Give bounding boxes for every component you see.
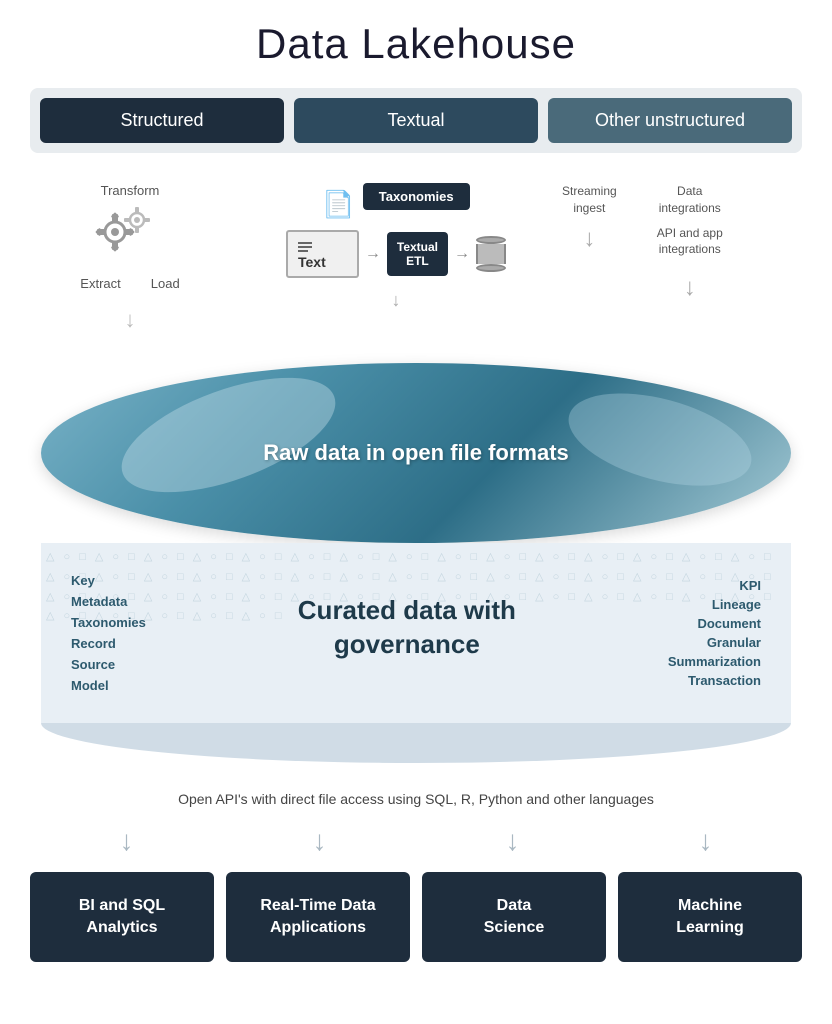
text-label: Text (298, 254, 326, 270)
lineage-label: Lineage (712, 597, 761, 612)
textual-pipeline: Text → Textual ETL → (286, 230, 506, 278)
structured-etl: Transform (30, 183, 230, 333)
key-label: Key (71, 573, 146, 588)
output-arrow-4: ↓ (699, 825, 713, 857)
integrations-arrow: ↓ (684, 274, 696, 302)
meta-right: KPI Lineage Document Granular Summarizat… (668, 578, 761, 688)
source-label: Source (71, 657, 115, 672)
granular-label: Granular (707, 635, 761, 650)
docs-stack-icon: 📄📄 (322, 189, 354, 220)
gear-icon (85, 202, 165, 262)
lake-container: Raw data in open file formats △ ○ □ △ ○ … (30, 363, 802, 763)
structured-source: Structured (40, 98, 284, 143)
lake-bottom (41, 723, 791, 763)
data-int-group: Dataintegrations API and appintegrations… (657, 183, 723, 302)
curated-overlay: Key Metadata Taxonomies Record Source Mo… (71, 573, 761, 693)
textual-arrow-down: ↓ (392, 290, 401, 311)
api-description: Open API's with direct file access using… (30, 791, 802, 807)
lake-body: △ ○ □ △ ○ □ △ ○ □ △ ○ □ △ ○ □ △ ○ □ △ ○ … (41, 543, 791, 723)
pipeline-arrow-1: → (365, 245, 381, 263)
ml-label: MachineLearning (676, 895, 744, 940)
streaming-arrow: ↓ (583, 225, 595, 253)
etl-label-line2: ETL (406, 254, 429, 268)
taxonomies-box: Taxonomies (363, 183, 470, 210)
streaming-label: Streamingingest (562, 183, 617, 217)
database-icon (476, 236, 506, 272)
unstructured-source: Other unstructured (548, 98, 792, 143)
data-science-label: DataScience (484, 895, 544, 940)
lake-top-surface: Raw data in open file formats (41, 363, 791, 543)
data-science-box: DataScience (422, 872, 606, 962)
bi-sql-label: BI and SQLAnalytics (79, 895, 165, 940)
api-integrations-label: API and appintegrations (657, 225, 723, 259)
data-integrations: Dataintegrations (659, 183, 721, 217)
textual-etl-section: 📄📄 Taxonomies Text → Textual ETL → (286, 183, 506, 311)
output-boxes: BI and SQLAnalytics Real-Time DataApplic… (30, 872, 802, 962)
kpi-label: KPI (739, 578, 761, 593)
streaming-ingest: Streamingingest ↓ (562, 183, 617, 253)
taxonomies-meta-label: Taxonomies (71, 615, 146, 630)
load-label: Load (151, 276, 180, 291)
transform-label: Transform (101, 183, 160, 198)
output-arrows-row: ↓ ↓ ↓ ↓ (30, 825, 802, 857)
etl-label-line1: Textual (397, 240, 438, 254)
summarization-label: Summarization (668, 654, 761, 669)
pipeline-arrow-2: → (454, 245, 470, 263)
ml-box: MachineLearning (618, 872, 802, 962)
transaction-label: Transaction (688, 673, 761, 688)
textual-etl-box: Textual ETL (387, 232, 448, 276)
ingestion-row: Transform (30, 183, 802, 343)
curated-data-label: Curated data withgovernance (298, 594, 516, 662)
lake-disk: Raw data in open file formats △ ○ □ △ ○ … (41, 363, 791, 763)
text-box: Text (286, 230, 359, 278)
document-label: Document (697, 616, 761, 631)
record-label: Record (71, 636, 116, 651)
model-label: Model (71, 678, 146, 693)
api-integrations: API and appintegrations (657, 225, 723, 259)
output-arrow-1: ↓ (120, 825, 134, 857)
output-arrow-2: ↓ (313, 825, 327, 857)
raw-data-label: Raw data in open file formats (263, 440, 569, 466)
realtime-label: Real-Time DataApplications (260, 895, 375, 940)
data-integrations-label: Dataintegrations (659, 183, 721, 217)
page-title: Data Lakehouse (256, 20, 576, 68)
meta-left: Key Metadata Taxonomies Record Source Mo… (71, 573, 146, 693)
bi-sql-box: BI and SQLAnalytics (30, 872, 214, 962)
integrations-section: Streamingingest ↓ Dataintegrations API a… (562, 183, 802, 302)
extract-label: Extract (80, 276, 120, 291)
realtime-box: Real-Time DataApplications (226, 872, 410, 962)
output-arrow-3: ↓ (506, 825, 520, 857)
textual-source: Textual (294, 98, 538, 143)
data-sources-row: Structured Textual Other unstructured (30, 88, 802, 153)
metadata-label: Metadata (71, 594, 146, 609)
etl-arrow-down: ↓ (125, 307, 136, 333)
metadata-row: Key Metadata Taxonomies Record Source Mo… (71, 573, 761, 693)
